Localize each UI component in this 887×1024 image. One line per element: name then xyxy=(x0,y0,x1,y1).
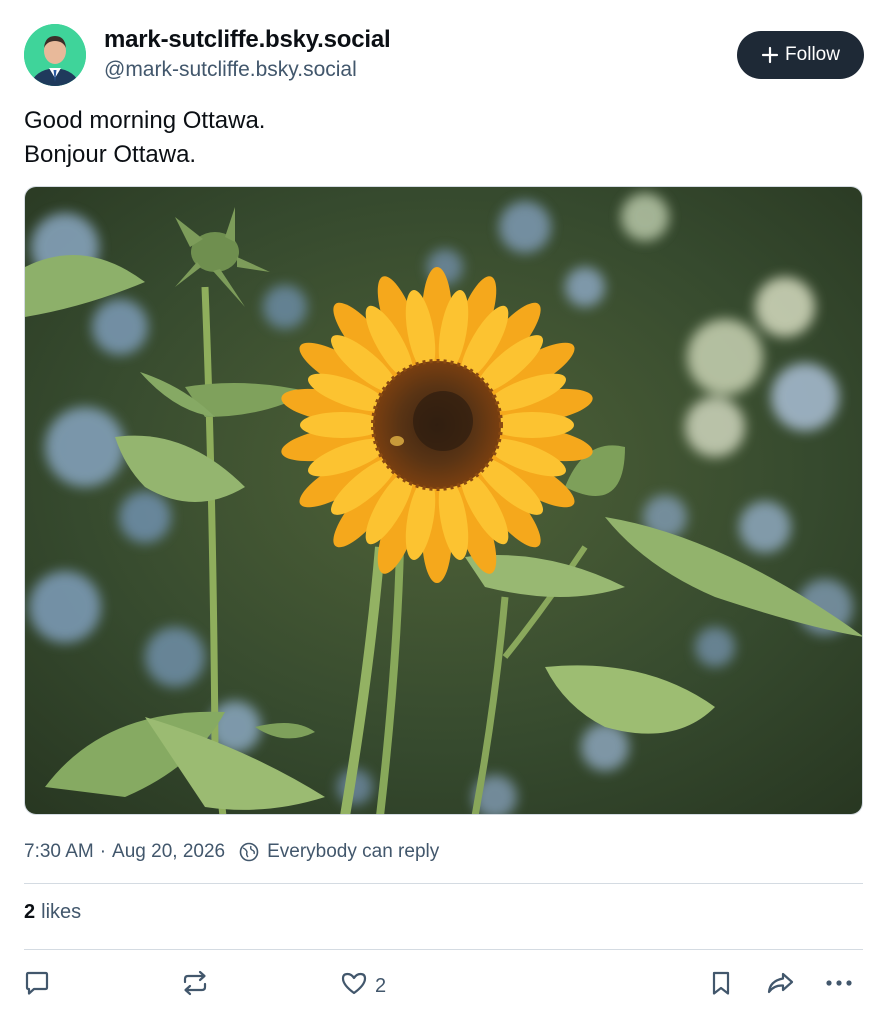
post-meta: 7:30 AM · Aug 20, 2026 Everybody can rep… xyxy=(24,839,439,865)
post-header: mark-sutcliffe.bsky.social @mark-sutclif… xyxy=(24,22,864,86)
comment-icon xyxy=(22,968,52,1004)
divider xyxy=(24,949,863,950)
repost-button[interactable] xyxy=(180,964,210,1008)
likes-label: likes xyxy=(41,901,82,923)
more-button[interactable] xyxy=(823,964,855,1008)
post-text: Good morning Ottawa. Bonjour Ottawa. xyxy=(24,104,265,172)
divider xyxy=(24,883,863,884)
ellipsis-icon xyxy=(823,968,855,1004)
bookmark-icon xyxy=(706,968,736,1004)
share-icon xyxy=(764,968,796,1004)
like-count: 2 xyxy=(375,974,387,997)
meta-separator: · xyxy=(99,841,107,862)
reply-setting[interactable]: Everybody can reply xyxy=(267,841,439,863)
bookmark-button[interactable] xyxy=(706,964,736,1008)
plus-icon xyxy=(761,46,779,64)
follow-button[interactable]: Follow xyxy=(737,31,864,79)
likes-summary[interactable]: 2 likes xyxy=(24,901,81,924)
author-handle[interactable]: @mark-sutcliffe.bsky.social xyxy=(104,58,357,82)
author-display-name[interactable]: mark-sutcliffe.bsky.social xyxy=(104,26,391,54)
sunflower-photo xyxy=(25,187,862,814)
reply-button[interactable] xyxy=(22,964,52,1008)
like-button[interactable]: 2 xyxy=(339,964,386,1008)
likes-count: 2 xyxy=(24,901,36,923)
follow-button-label: Follow xyxy=(785,44,840,65)
post-actions: 2 xyxy=(0,964,887,1008)
post-image[interactable] xyxy=(24,186,863,815)
post-date[interactable]: Aug 20, 2026 xyxy=(112,841,225,863)
heart-icon xyxy=(339,968,369,1004)
globe-icon xyxy=(239,842,259,862)
post-time[interactable]: 7:30 AM xyxy=(24,841,94,863)
post-text-line-2: Bonjour Ottawa. xyxy=(24,141,197,168)
repost-icon xyxy=(180,968,210,1004)
share-button[interactable] xyxy=(764,964,796,1008)
user-avatar[interactable] xyxy=(24,24,86,86)
post-text-line-1: Good morning Ottawa. xyxy=(24,107,266,134)
avatar-image xyxy=(24,24,86,86)
